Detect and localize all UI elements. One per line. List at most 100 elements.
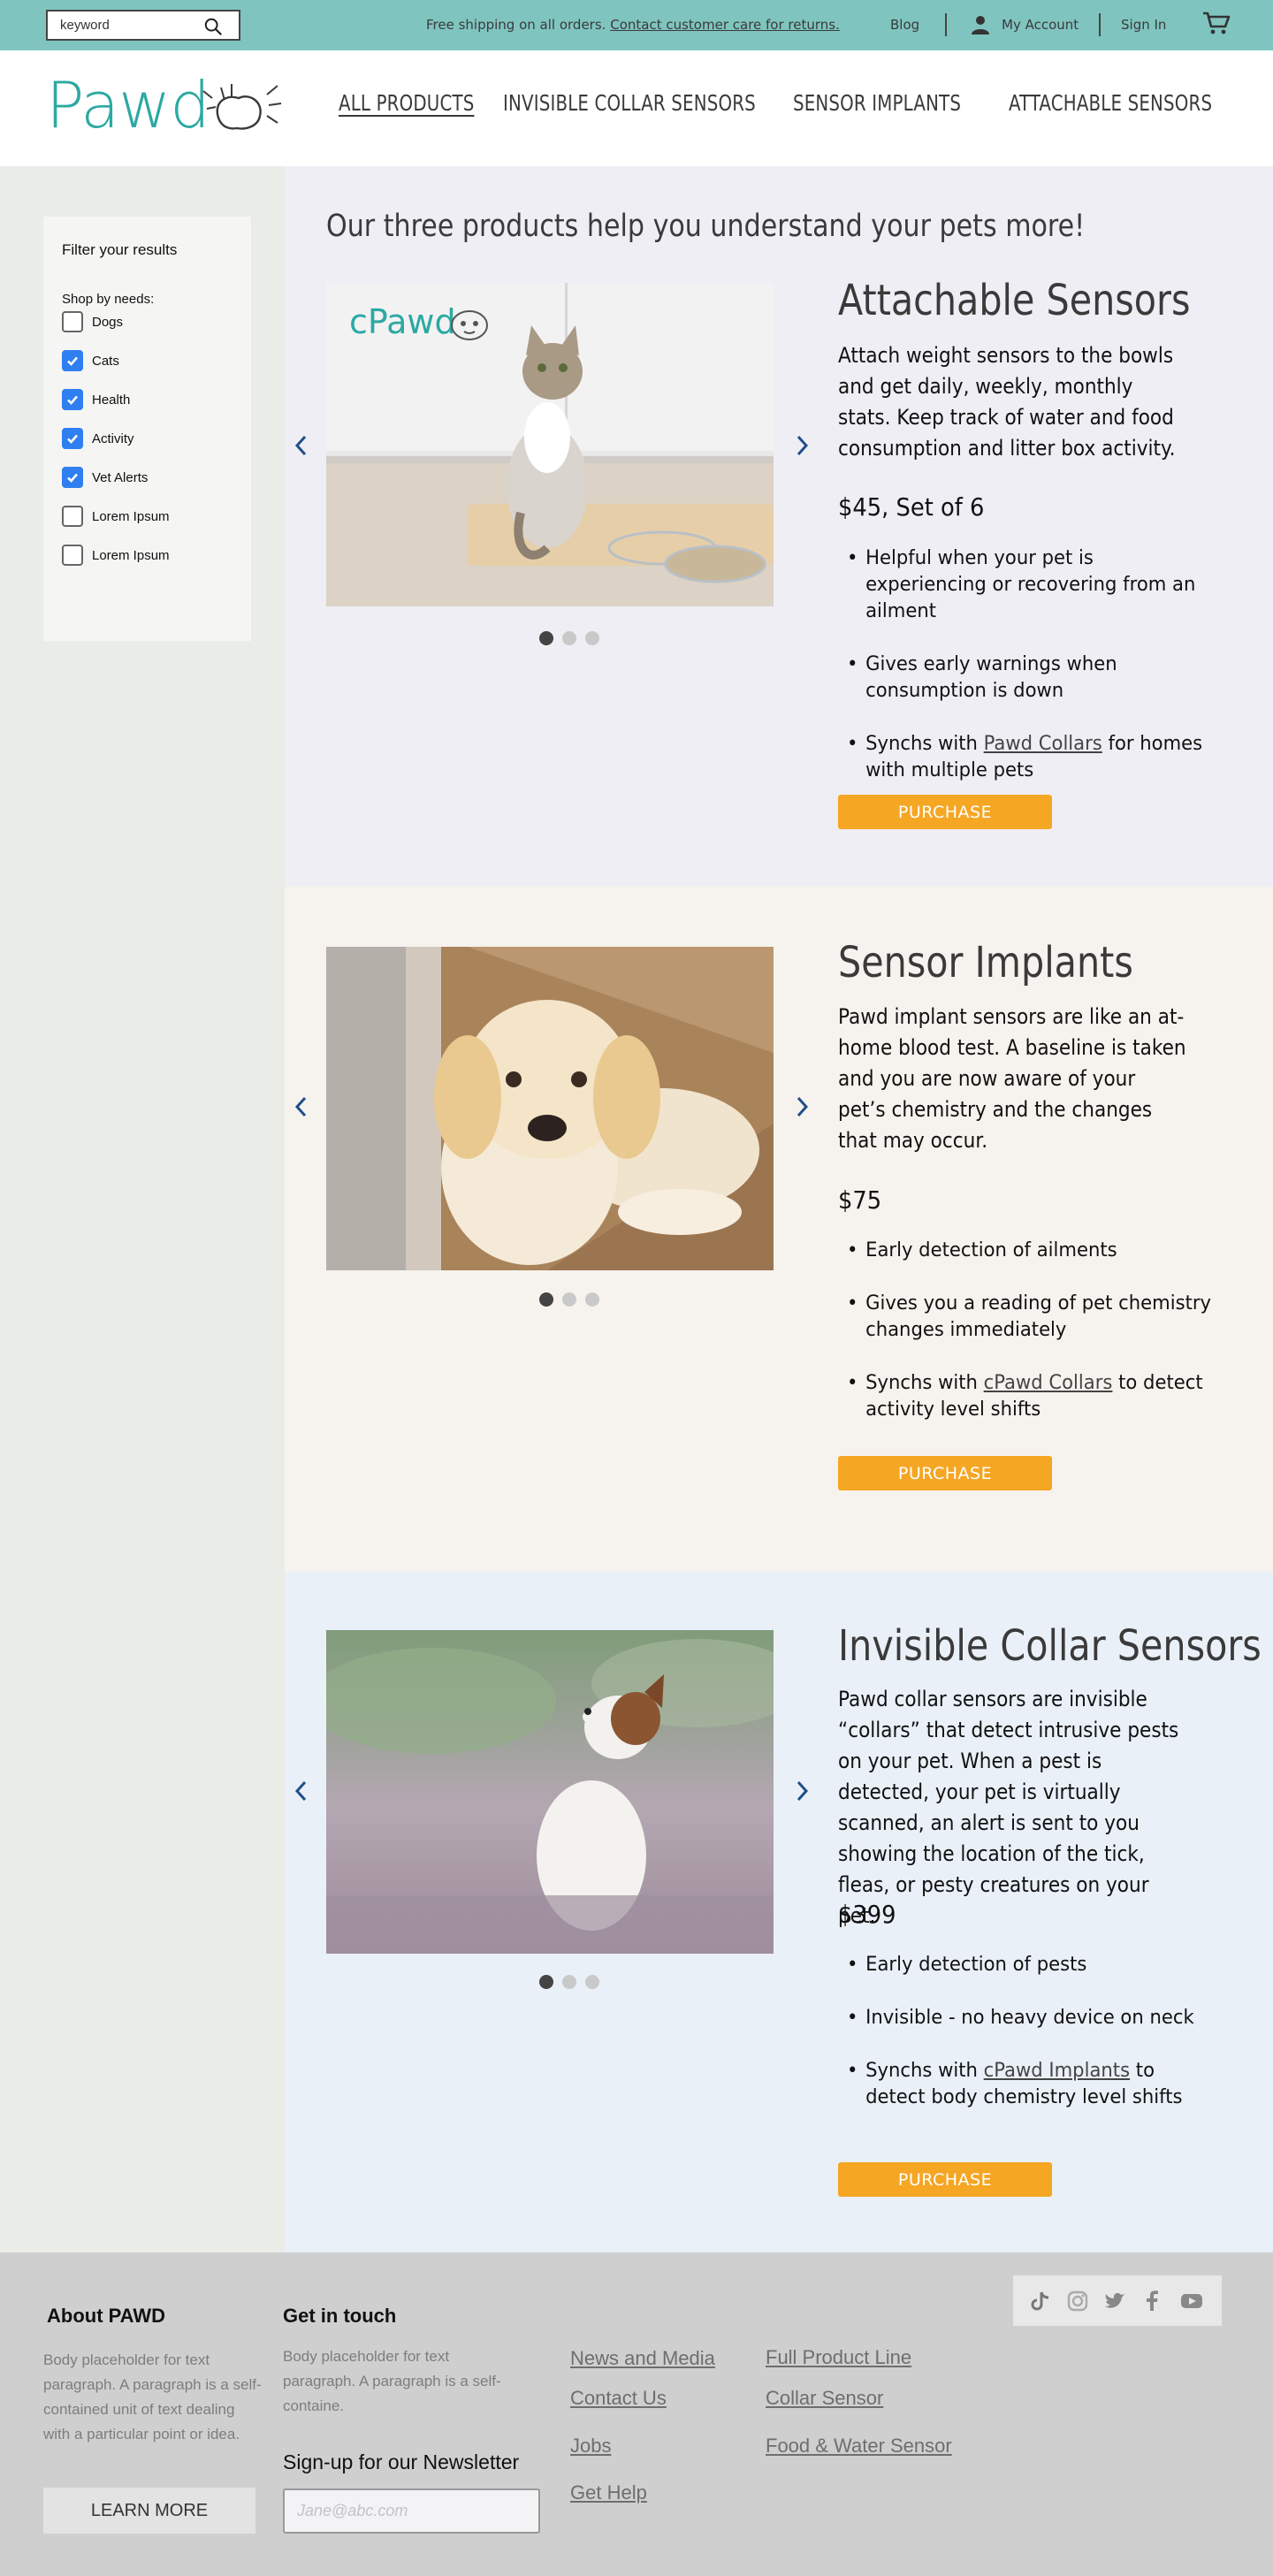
carousel-next-icon[interactable] — [793, 1095, 811, 1118]
feature-item: Synchs with Pawd Collars for homes with … — [847, 731, 1212, 784]
divider — [945, 13, 947, 36]
returns-link[interactable]: Contact customer care for returns. — [610, 17, 840, 33]
filter-label: Cats — [92, 353, 119, 369]
filter-option[interactable]: Health — [62, 388, 130, 411]
filter-label: Health — [92, 392, 131, 408]
carousel-dot[interactable] — [585, 631, 599, 645]
instagram-icon[interactable] — [1065, 2289, 1090, 2313]
nav-attachable-sensors[interactable]: ATTACHABLE SENSORS — [1009, 90, 1212, 116]
filter-option[interactable]: Lorem Ipsum — [62, 544, 170, 567]
tiktok-icon[interactable] — [1028, 2289, 1053, 2313]
filter-checkbox[interactable] — [62, 428, 83, 449]
site-header: Pawd ALL PRODUCTS INVISIBLE COLLAR SENSO… — [0, 50, 1273, 166]
filter-checkbox[interactable] — [62, 389, 83, 410]
carousel-dot[interactable] — [562, 631, 576, 645]
feature-text: Synchs with — [865, 733, 984, 755]
account-icon[interactable] — [970, 14, 991, 35]
search-input[interactable] — [48, 11, 189, 39]
filter-option[interactable]: Lorem Ipsum — [62, 505, 170, 528]
filter-label: Vet Alerts — [92, 469, 149, 485]
page-headline: Our three products help you understand y… — [326, 209, 1086, 244]
filter-checkbox[interactable] — [62, 350, 83, 371]
nav-sensor-implants[interactable]: SENSOR IMPLANTS — [793, 90, 961, 116]
feature-item: Synchs with cPawd Implants to detect bod… — [847, 2058, 1212, 2111]
contact-body: Body placeholder for text paragraph. A p… — [283, 2348, 501, 2414]
filter-label: Lorem Ipsum — [92, 547, 170, 563]
purchase-button[interactable]: PURCHASE — [838, 2162, 1052, 2197]
cart-icon[interactable] — [1202, 11, 1231, 35]
carousel-dot[interactable] — [562, 1292, 576, 1307]
footer-link-collar-sensor[interactable]: Collar Sensor — [766, 2387, 883, 2410]
footer-link-contact[interactable]: Contact Us — [570, 2387, 667, 2410]
carousel-dot[interactable] — [562, 1975, 576, 1989]
feature-item: Helpful when your pet is experiencing or… — [847, 545, 1212, 625]
carousel-dot[interactable] — [539, 1292, 553, 1307]
filter-option[interactable]: Vet Alerts — [62, 466, 148, 489]
filter-checkbox[interactable] — [62, 311, 83, 332]
filter-checkbox[interactable] — [62, 506, 83, 527]
feature-link[interactable]: cPawd Implants — [984, 2060, 1130, 2082]
learn-more-button[interactable]: LEARN MORE — [43, 2488, 255, 2534]
carousel-prev-icon[interactable] — [293, 1780, 310, 1802]
nav-all-products[interactable]: ALL PRODUCTS — [339, 90, 474, 116]
filter-checkbox[interactable] — [62, 545, 83, 566]
social-links — [1013, 2275, 1222, 2326]
nav-invisible-collar-sensors[interactable]: INVISIBLE COLLAR SENSORS — [503, 90, 756, 116]
product-price: $45, Set of 6 — [838, 492, 985, 522]
divider — [1099, 13, 1101, 36]
carousel-dot[interactable] — [539, 631, 553, 645]
purchase-button[interactable]: PURCHASE — [838, 795, 1052, 829]
product-price: $399 — [838, 1900, 896, 1929]
newsletter-email-field[interactable] — [283, 2488, 540, 2534]
facebook-icon[interactable] — [1140, 2289, 1164, 2313]
contact-title: Get in touch — [283, 2305, 397, 2327]
shipping-text: Free shipping on all orders. — [426, 17, 606, 33]
filter-option[interactable]: Dogs — [62, 310, 123, 333]
filter-option[interactable]: Activity — [62, 427, 134, 450]
filter-checkbox[interactable] — [62, 467, 83, 488]
checkmark-icon — [67, 473, 78, 483]
feature-text: Synchs with — [865, 2060, 984, 2082]
search-icon[interactable] — [203, 17, 223, 36]
feature-item: Gives early warnings when consumption is… — [847, 652, 1212, 705]
about-body: Body placeholder for text paragraph. A p… — [43, 2351, 262, 2443]
checkmark-icon — [67, 356, 78, 366]
feature-text: Synchs with — [865, 1372, 984, 1394]
footer-link-help[interactable]: Get Help — [570, 2481, 647, 2504]
feature-item: Synchs with cPawd Collars to detect acti… — [847, 1370, 1212, 1423]
filter-option[interactable]: Cats — [62, 349, 119, 372]
product-photo-terrier — [326, 1630, 774, 1954]
product-features: Early detection of pests Invisible - no h… — [847, 1952, 1227, 2138]
carousel-next-icon[interactable] — [793, 434, 811, 457]
feature-item: Gives you a reading of pet chemistry cha… — [847, 1291, 1212, 1344]
purchase-button[interactable]: PURCHASE — [838, 1456, 1052, 1490]
sign-in-link[interactable]: Sign In — [1121, 17, 1166, 33]
youtube-icon[interactable] — [1177, 2289, 1207, 2313]
footer-link-jobs[interactable]: Jobs — [570, 2435, 611, 2458]
feature-item: Early detection of ailments — [847, 1238, 1212, 1264]
filter-label: Lorem Ipsum — [92, 508, 170, 524]
product-description: Pawd implant sensors are like an at-home… — [838, 1004, 1186, 1153]
feature-link[interactable]: cPawd Collars — [984, 1372, 1113, 1394]
carousel-dot[interactable] — [539, 1975, 553, 1989]
carousel-dot[interactable] — [585, 1292, 599, 1307]
blog-link[interactable]: Blog — [890, 17, 919, 33]
feature-link[interactable]: Pawd Collars — [984, 733, 1102, 755]
my-account-link[interactable]: My Account — [1002, 17, 1079, 33]
filter-label: Dogs — [92, 314, 124, 330]
carousel-dot[interactable] — [585, 1975, 599, 1989]
feature-item: Invisible - no heavy device on neck — [847, 2005, 1212, 2031]
filter-panel: Filter your results Shop by needs: Dogs C… — [43, 217, 251, 641]
pet-face-icon — [451, 310, 488, 340]
product-features: Early detection of ailments Gives you a r… — [847, 1238, 1227, 1450]
product-price: $75 — [838, 1185, 882, 1215]
carousel-prev-icon[interactable] — [293, 1095, 310, 1118]
footer-link-product-line[interactable]: Full Product Line — [766, 2346, 911, 2369]
carousel-next-icon[interactable] — [793, 1780, 811, 1802]
product-title: Attachable Sensors — [838, 276, 1191, 325]
footer-link-food-water[interactable]: Food & Water Sensor — [766, 2435, 952, 2458]
twitter-icon[interactable] — [1102, 2289, 1127, 2313]
carousel-prev-icon[interactable] — [293, 434, 310, 457]
footer-link-news[interactable]: News and Media — [570, 2347, 715, 2370]
top-bar: Free shipping on all orders. Contact cus… — [0, 0, 1273, 50]
